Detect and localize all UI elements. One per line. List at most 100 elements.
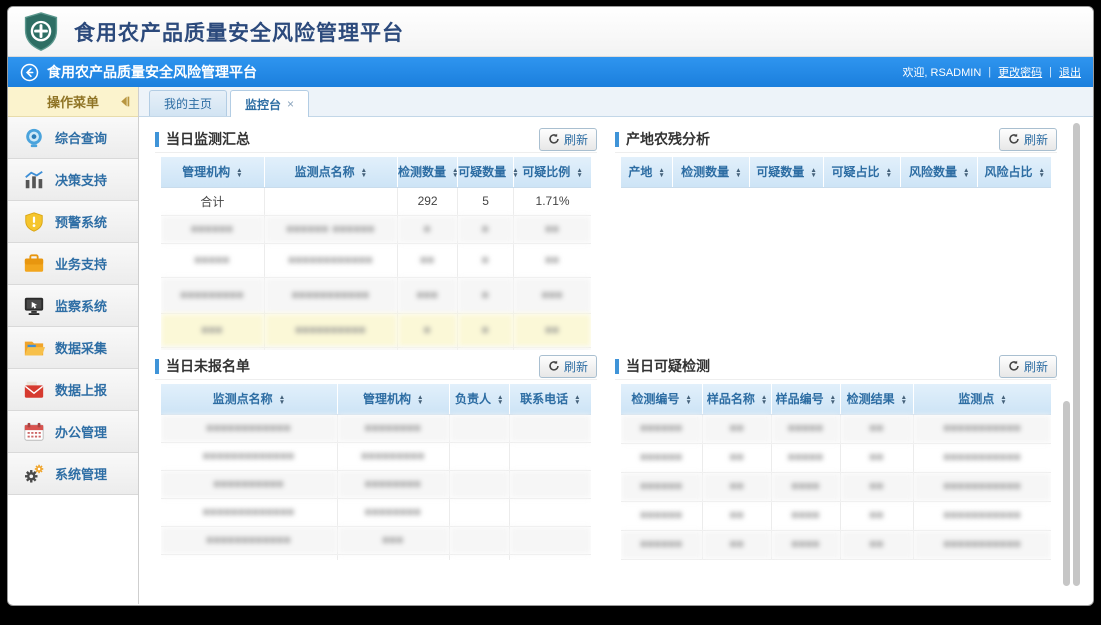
globe-search-icon — [23, 127, 45, 149]
table-row[interactable]: ■■■■■■■■■■■■■■■■■■■■■■■■■■ — [621, 414, 1051, 443]
table-row[interactable]: 合计29251.71% — [161, 187, 591, 215]
sort-icon[interactable]: ▲▼ — [1038, 168, 1044, 178]
table-cell — [509, 498, 591, 526]
table-cell — [449, 470, 509, 498]
sidebar-item-data-reporting[interactable]: 数据上报 — [8, 369, 138, 411]
panel-title: 当日未报名单 — [166, 356, 250, 376]
column-header[interactable]: 检测结果▲▼ — [840, 384, 913, 414]
sort-icon[interactable]: ▲▼ — [417, 395, 423, 405]
sidebar-item-data-collection[interactable]: 数据采集 — [8, 327, 138, 369]
today-unreported-list-table: 监测点名称▲▼管理机构▲▼负责人▲▼联系电话▲▼■■■■■■■■■■■■■■■■… — [161, 384, 591, 560]
sidebar-item-comprehensive-query[interactable]: 综合查询 — [8, 117, 138, 159]
table-row[interactable]: ■■■■■■■■■■■■■■■■■■■■■■■■■■■ — [161, 277, 591, 313]
column-header[interactable]: 监测点名称▲▼ — [161, 384, 337, 414]
sidebar-item-label: 综合查询 — [55, 128, 107, 147]
column-header[interactable]: 可疑数量▲▼ — [458, 157, 514, 187]
table-row[interactable]: ■■■■■■■■■■■■■■■■■■■■■■■■■■ — [621, 443, 1051, 472]
table-row[interactable]: ■■■■■■■■■■■■ ■■■■■■■■■■ — [161, 215, 591, 243]
sort-icon[interactable]: ▲▼ — [901, 395, 907, 405]
sort-icon[interactable]: ▲▼ — [574, 395, 580, 405]
sort-icon[interactable]: ▲▼ — [576, 168, 582, 178]
sort-icon[interactable]: ▲▼ — [1000, 395, 1006, 405]
sort-icon[interactable]: ▲▼ — [963, 168, 969, 178]
refresh-button[interactable]: 刷新 — [539, 128, 597, 151]
sidebar-item-label: 预警系统 — [55, 212, 107, 231]
tab-my-homepage[interactable]: 我的主页 — [149, 90, 227, 116]
sort-icon[interactable]: ▲▼ — [658, 168, 664, 178]
sort-icon[interactable]: ▲▼ — [279, 395, 285, 405]
table-row[interactable]: ■■■■■■■■■■■■■■■■■■■■ — [161, 414, 591, 442]
column-header[interactable]: 样品名称▲▼ — [703, 384, 772, 414]
sidebar-item-warning-system[interactable]: 预警系统 — [8, 201, 138, 243]
column-header[interactable]: 可疑数量▲▼ — [750, 157, 823, 187]
panel-accent-bar — [615, 132, 619, 147]
collapse-sidebar-icon[interactable] — [118, 95, 131, 108]
sort-icon[interactable]: ▲▼ — [735, 168, 741, 178]
sort-icon[interactable]: ▲▼ — [497, 395, 503, 405]
column-header[interactable]: 可疑占比▲▼ — [823, 157, 900, 187]
table-row[interactable]: ■■■■■■■■■■■■■■■■■ — [161, 313, 591, 347]
table-row[interactable]: ■■■■■■■■ — [161, 347, 591, 350]
tab-monitor-console[interactable]: 监控台 × — [230, 90, 309, 117]
sort-icon[interactable]: ▲▼ — [886, 168, 892, 178]
column-header[interactable]: 检测编号▲▼ — [621, 384, 703, 414]
table-cell: 5 — [458, 187, 514, 215]
table-cell: ■■■■■ — [771, 414, 840, 443]
sidebar-item-system-management[interactable]: 系统管理 — [8, 453, 138, 495]
column-header[interactable]: 管理机构▲▼ — [161, 157, 264, 187]
panel-today-unreported-list: 当日未报名单 刷新 监测点名称▲▼管理机构▲▼负责人▲▼联系电话▲▼■■■■■■… — [155, 355, 597, 563]
panel-today-suspicious-tests: 当日可疑检测 刷新 检测编号▲▼样品名称▲▼样品编号▲▼检测结果▲▼监测点▲▼■… — [615, 355, 1057, 563]
table-row[interactable]: ■■■■■■■■■■■■■■■■■■ — [161, 470, 591, 498]
sidebar-item-business-support[interactable]: 业务支持 — [8, 243, 138, 285]
sidebar-item-supervision-system[interactable]: 监察系统 — [8, 285, 138, 327]
sidebar-item-label: 业务支持 — [55, 254, 107, 273]
column-header[interactable]: 监测点名称▲▼ — [264, 157, 397, 187]
refresh-button[interactable]: 刷新 — [539, 355, 597, 378]
column-header[interactable]: 联系电话▲▼ — [509, 384, 591, 414]
table-cell: ■■■■■■■■■ — [337, 442, 449, 470]
table-row[interactable]: ■■■■■■■■■■■■■■■■■■■■■■■■■ — [621, 501, 1051, 530]
inner-scrollbar-thumb[interactable] — [1063, 401, 1070, 586]
column-header[interactable]: 风险数量▲▼ — [900, 157, 977, 187]
sort-icon[interactable]: ▲▼ — [761, 395, 767, 405]
table-row[interactable]: ■■■■■■■■■■■■ — [161, 554, 591, 560]
sort-icon[interactable]: ▲▼ — [361, 168, 367, 178]
table-row[interactable]: ■■■■■■■■■■■■■■■■■■■■■■ — [161, 243, 591, 277]
sidebar-item-office-management[interactable]: 办公管理 — [8, 411, 138, 453]
table-row[interactable]: ■■■■■■■■■■■■■■■■■■■■■ — [161, 498, 591, 526]
table-row[interactable]: ■■■■■■■■■■■■■■■■■■■■■■ — [161, 442, 591, 470]
column-header[interactable]: 检测数量▲▼ — [673, 157, 750, 187]
table-cell: ■■■■■■■■■■■■ — [264, 243, 397, 277]
back-icon[interactable] — [20, 63, 39, 82]
column-header[interactable]: 样品编号▲▼ — [771, 384, 840, 414]
table-cell: ■■ — [397, 243, 457, 277]
close-tab-icon[interactable]: × — [287, 97, 294, 111]
change-password-link[interactable]: 更改密码 — [998, 64, 1042, 80]
table-row[interactable]: ■■■■■■■■■■■■■■■ — [161, 526, 591, 554]
logout-link[interactable]: 退出 — [1059, 64, 1081, 80]
sidebar-item-label: 系统管理 — [55, 464, 107, 483]
column-header[interactable]: 产地▲▼ — [621, 157, 673, 187]
column-header[interactable]: 负责人▲▼ — [449, 384, 509, 414]
sort-icon[interactable]: ▲▼ — [685, 395, 691, 405]
table-row[interactable]: ■■■■■■■■■■■■■■■■■■■■■■■■■ — [621, 472, 1051, 501]
sort-icon[interactable]: ▲▼ — [512, 168, 518, 178]
today-suspicious-tests-table: 检测编号▲▼样品名称▲▼样品编号▲▼检测结果▲▼监测点▲▼■■■■■■■■■■■… — [621, 384, 1051, 560]
table-cell: ■■■■■■ — [621, 443, 703, 472]
main-scrollbar-thumb[interactable] — [1073, 123, 1080, 586]
column-header[interactable]: 风险占比▲▼ — [978, 157, 1051, 187]
column-header[interactable]: 可疑比例▲▼ — [514, 157, 591, 187]
table-row[interactable]: ■■■■■■■■■■■■■■■■■■■■■■■■■ — [621, 530, 1051, 559]
sort-icon[interactable]: ▲▼ — [830, 395, 836, 405]
column-header[interactable]: 检测数量▲▼ — [397, 157, 457, 187]
refresh-button[interactable]: 刷新 — [999, 128, 1057, 151]
table-cell: ■■■■■■■■ — [337, 498, 449, 526]
sidebar-item-decision-support[interactable]: 决策支持 — [8, 159, 138, 201]
refresh-button[interactable]: 刷新 — [999, 355, 1057, 378]
table-cell — [449, 554, 509, 560]
table-header-row: 监测点名称▲▼管理机构▲▼负责人▲▼联系电话▲▼ — [161, 384, 591, 414]
column-header[interactable]: 监测点▲▼ — [913, 384, 1051, 414]
sort-icon[interactable]: ▲▼ — [236, 168, 242, 178]
column-header[interactable]: 管理机构▲▼ — [337, 384, 449, 414]
sort-icon[interactable]: ▲▼ — [810, 168, 816, 178]
